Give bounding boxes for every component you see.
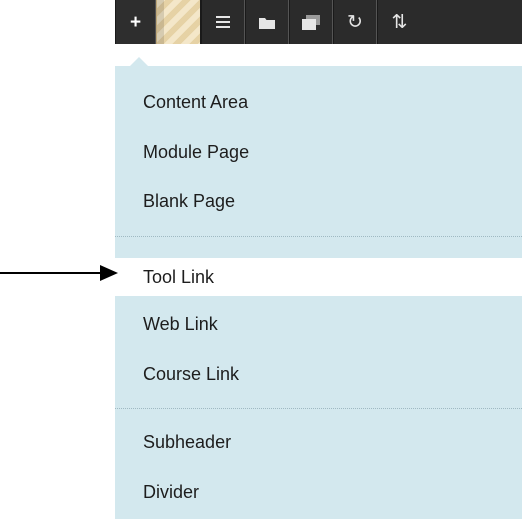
window-view-button[interactable] — [289, 0, 333, 44]
menu-item-module-page[interactable]: Module Page — [115, 133, 522, 171]
menu-item-label: Course Link — [143, 363, 240, 384]
menu-item-label: Module Page — [143, 141, 250, 162]
plus-icon: + — [129, 11, 142, 33]
menu-item-label: Content Area — [143, 91, 249, 112]
add-menu-dropdown: Content Area Module Page Blank Page Tool… — [115, 66, 522, 519]
list-icon — [216, 15, 230, 29]
course-theme-button[interactable] — [156, 0, 201, 44]
menu-item-course-link[interactable]: Course Link — [115, 355, 522, 393]
refresh-icon: ↻ — [347, 11, 363, 33]
sort-arrows-icon: ⇅ — [391, 11, 408, 33]
menu-divider — [115, 408, 522, 409]
screenshot-stage: + ↻ ⇅ Content Area Module Page Blank Pag… — [0, 0, 522, 519]
refresh-button[interactable]: ↻ — [333, 0, 377, 44]
menu-item-divider[interactable]: Divider — [115, 473, 522, 511]
dropdown-caret — [129, 57, 149, 67]
list-view-button[interactable] — [201, 0, 245, 44]
pointer-arrow-icon — [0, 265, 118, 281]
menu-item-label: Web Link — [143, 313, 218, 334]
menu-toolbar: + ↻ ⇅ — [115, 0, 522, 44]
menu-item-blank-page[interactable]: Blank Page — [115, 182, 522, 220]
menu-item-label: Divider — [143, 481, 200, 502]
sort-button[interactable]: ⇅ — [377, 0, 421, 44]
menu-divider — [115, 236, 522, 237]
menu-item-web-link[interactable]: Web Link — [115, 305, 522, 343]
folder-view-button[interactable] — [245, 0, 289, 44]
menu-item-label: Subheader — [143, 431, 232, 452]
add-menu-item-button[interactable]: + — [115, 0, 156, 44]
window-icon — [302, 14, 320, 30]
menu-item-content-area[interactable]: Content Area — [115, 83, 522, 121]
menu-item-label: Tool Link — [143, 266, 215, 287]
menu-item-label: Blank Page — [143, 190, 236, 211]
menu-item-subheader[interactable]: Subheader — [115, 423, 522, 461]
menu-item-tool-link[interactable]: Tool Link — [115, 258, 522, 296]
folder-icon — [259, 16, 275, 29]
